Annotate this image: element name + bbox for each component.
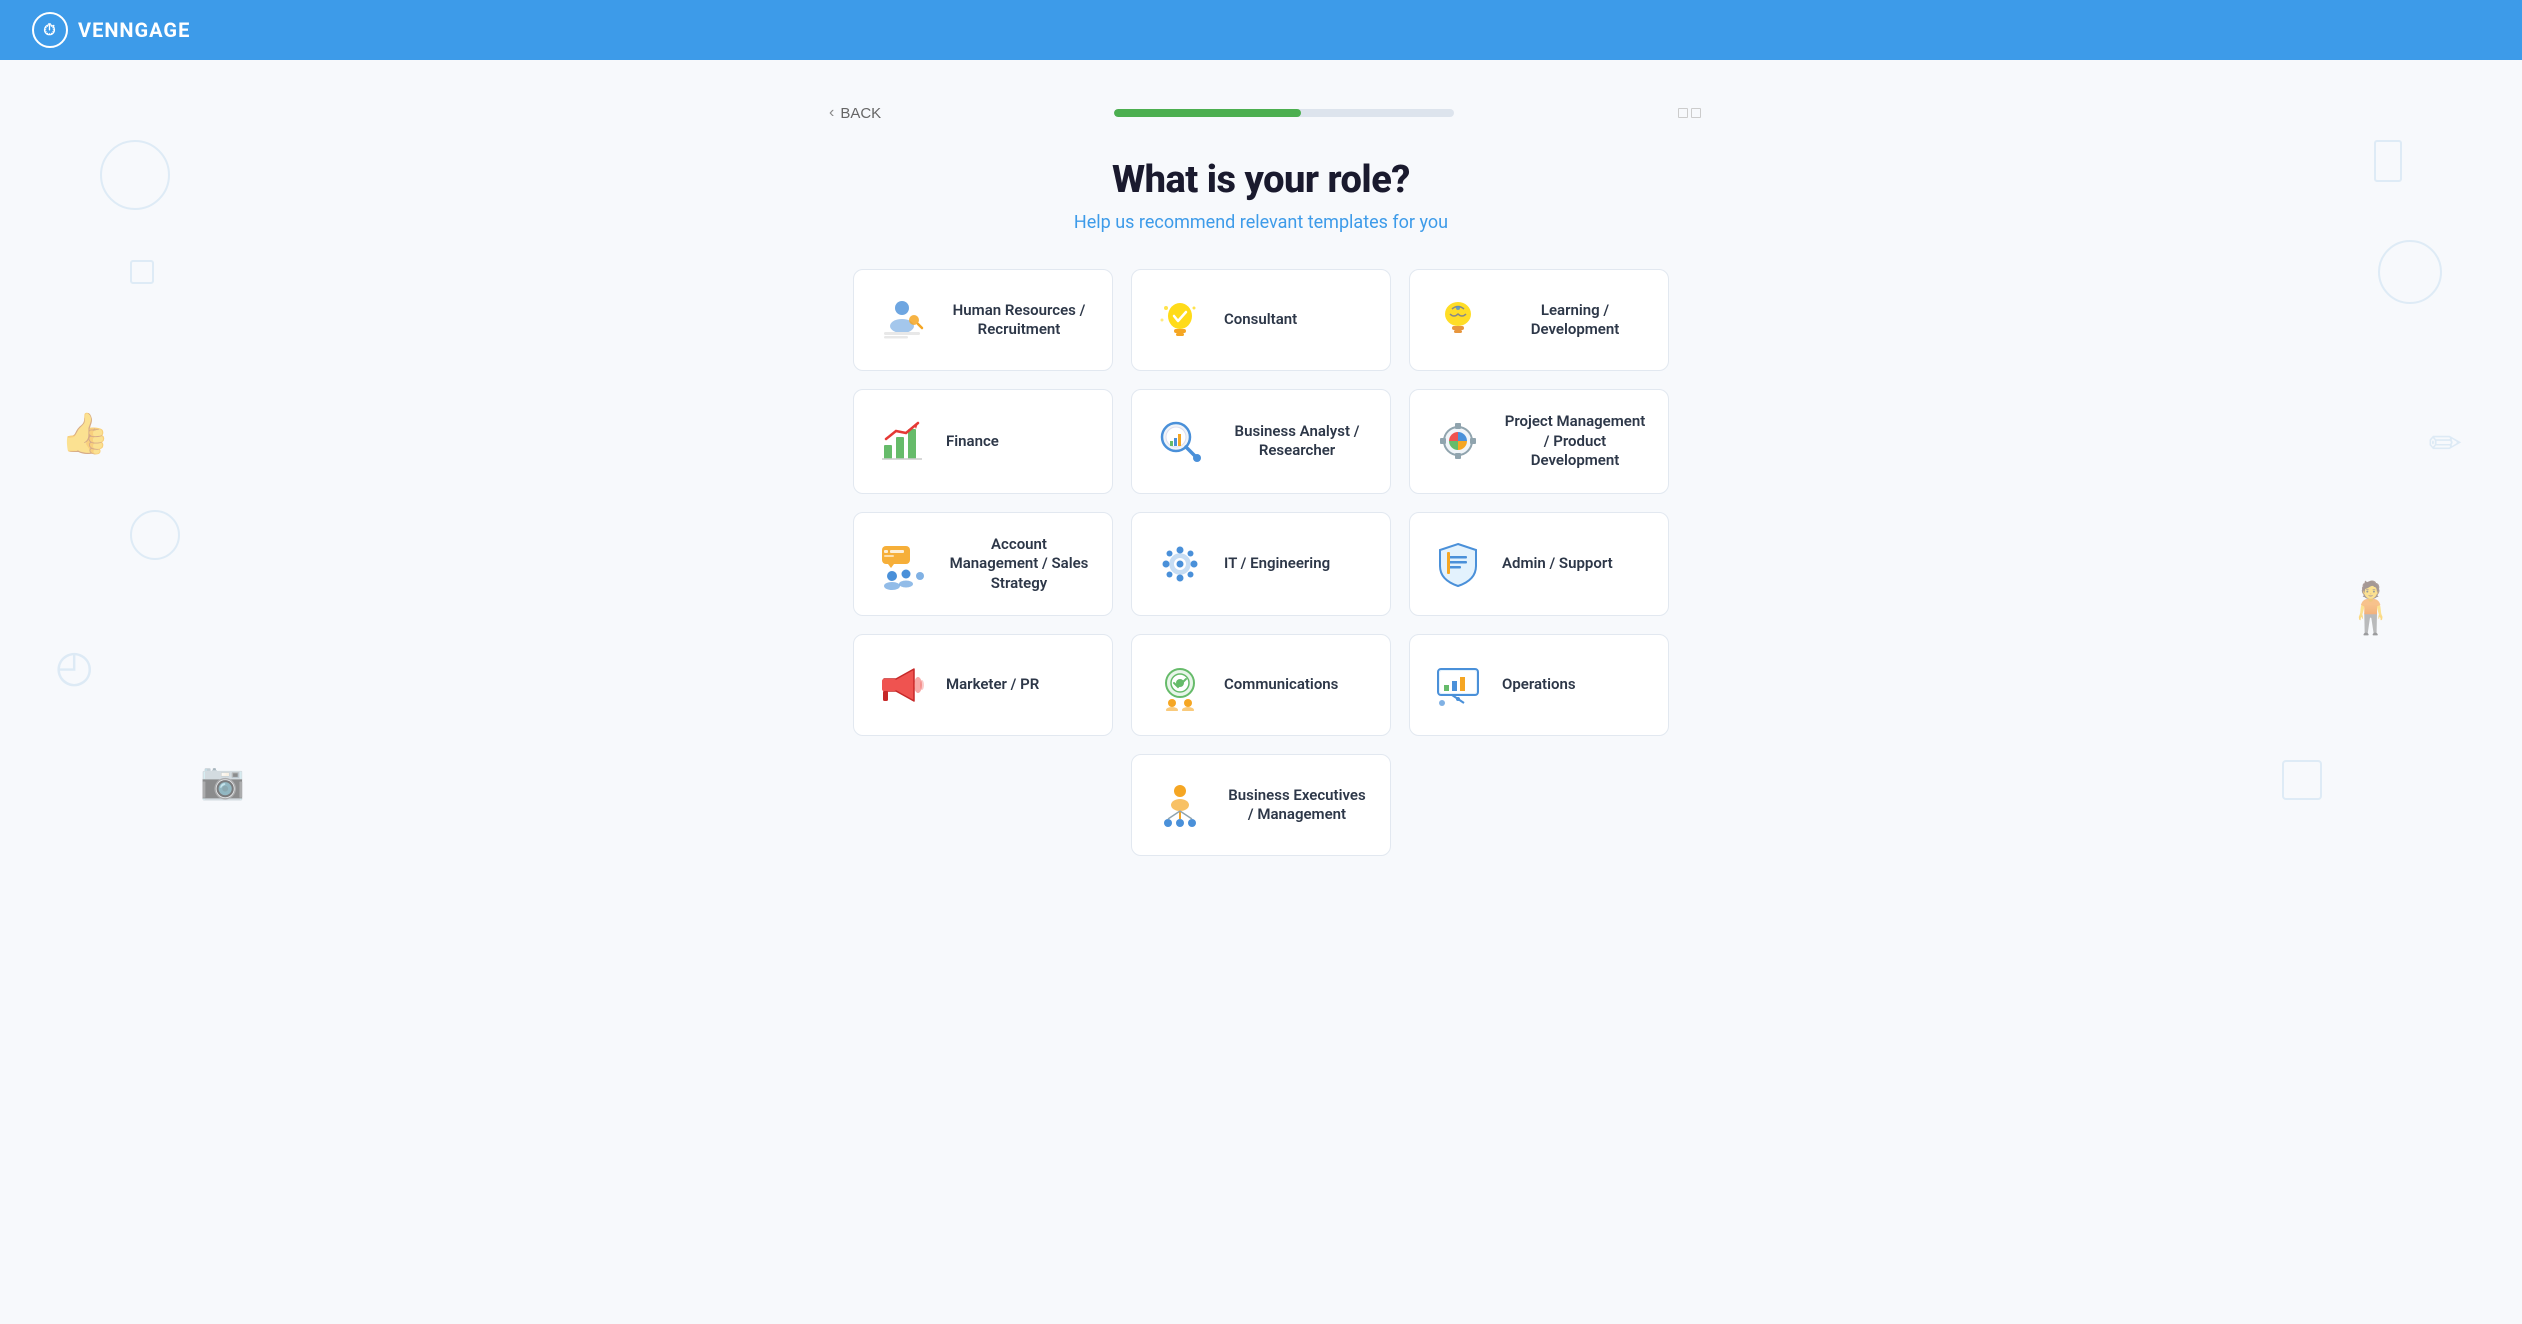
deco-circle-3 bbox=[2378, 240, 2442, 304]
deco-circle-1 bbox=[100, 140, 170, 210]
back-label: BACK bbox=[840, 105, 881, 122]
deco-person: 🧍 bbox=[2340, 580, 2402, 638]
role-card-human-resources[interactable]: Human Resources / Recruitment bbox=[853, 269, 1113, 371]
comms-icon bbox=[1152, 657, 1208, 713]
progress-fill bbox=[1114, 109, 1301, 117]
role-label-it: IT / Engineering bbox=[1224, 554, 1330, 574]
header: ⏱ VENNGAGE bbox=[0, 0, 2522, 60]
role-card-marketer[interactable]: Marketer / PR bbox=[853, 634, 1113, 736]
back-button[interactable]: ‹ BACK bbox=[821, 100, 889, 126]
role-card-consultant[interactable]: Consultant bbox=[1131, 269, 1391, 371]
deco-camera: 📷 bbox=[200, 760, 245, 802]
role-label-admin: Admin / Support bbox=[1502, 554, 1613, 574]
nav-sq-1 bbox=[1678, 108, 1688, 118]
role-label-marketer: Marketer / PR bbox=[946, 675, 1039, 695]
deco-circle-2 bbox=[130, 510, 180, 560]
role-label-human-resources: Human Resources / Recruitment bbox=[946, 301, 1092, 340]
nav-bar: ‹ BACK bbox=[821, 100, 1701, 126]
role-card-analyst[interactable]: Business Analyst / Researcher bbox=[1131, 389, 1391, 494]
hr-icon bbox=[874, 292, 930, 348]
role-card-admin[interactable]: Admin / Support bbox=[1409, 512, 1669, 617]
role-label-learning: Learning / Development bbox=[1502, 301, 1648, 340]
nav-squares bbox=[1678, 108, 1701, 118]
deco-thumb: 👍 bbox=[60, 410, 110, 457]
nav-sq-2 bbox=[1691, 108, 1701, 118]
deco-rect-3 bbox=[2282, 760, 2322, 800]
page-subtitle: Help us recommend relevant templates for… bbox=[1074, 212, 1448, 233]
role-card-operations[interactable]: Operations bbox=[1409, 634, 1669, 736]
role-label-analyst: Business Analyst / Researcher bbox=[1224, 422, 1370, 461]
role-label-finance: Finance bbox=[946, 432, 999, 452]
sales-icon bbox=[874, 536, 930, 592]
title-section: What is your role? Help us recommend rel… bbox=[1074, 158, 1448, 233]
back-arrow-icon: ‹ bbox=[829, 104, 834, 122]
finance-icon bbox=[874, 413, 930, 469]
it-icon bbox=[1152, 536, 1208, 592]
deco-rect-1 bbox=[130, 260, 154, 284]
executives-icon bbox=[1152, 777, 1208, 833]
deco-rect-2 bbox=[2374, 140, 2402, 182]
progress-container bbox=[929, 109, 1638, 117]
deco-pencil: ✏ bbox=[2428, 420, 2462, 467]
role-label-operations: Operations bbox=[1502, 675, 1576, 695]
deco-pie: ◴ bbox=[55, 640, 93, 692]
role-grid: Human Resources / Recruitment Consultant bbox=[853, 269, 1669, 856]
admin-icon bbox=[1430, 536, 1486, 592]
logo: ⏱ VENNGAGE bbox=[32, 12, 190, 48]
role-card-communications[interactable]: Communications bbox=[1131, 634, 1391, 736]
analyst-icon bbox=[1152, 413, 1208, 469]
role-label-sales: Account Management / Sales Strategy bbox=[946, 535, 1092, 594]
role-label-project: Project Management / Product Development bbox=[1502, 412, 1648, 471]
role-card-executives[interactable]: Business Executives / Management bbox=[1131, 754, 1391, 856]
consultant-icon bbox=[1152, 292, 1208, 348]
progress-track bbox=[1114, 109, 1454, 117]
role-card-it[interactable]: IT / Engineering bbox=[1131, 512, 1391, 617]
learning-icon bbox=[1430, 292, 1486, 348]
role-card-project[interactable]: Project Management / Product Development bbox=[1409, 389, 1669, 494]
main-content: 👍 ◴ ✏ 🧍 📷 ‹ BACK What is your role? bbox=[0, 60, 2522, 916]
role-label-communications: Communications bbox=[1224, 675, 1338, 695]
role-label-consultant: Consultant bbox=[1224, 310, 1297, 330]
marketer-icon bbox=[874, 657, 930, 713]
logo-icon: ⏱ bbox=[32, 12, 68, 48]
operations-icon bbox=[1430, 657, 1486, 713]
project-icon bbox=[1430, 413, 1486, 469]
role-label-executives: Business Executives / Management bbox=[1224, 786, 1370, 825]
role-card-learning[interactable]: Learning / Development bbox=[1409, 269, 1669, 371]
nav-spacer bbox=[1678, 108, 1701, 118]
role-card-sales[interactable]: Account Management / Sales Strategy bbox=[853, 512, 1113, 617]
role-card-finance[interactable]: Finance bbox=[853, 389, 1113, 494]
logo-text: VENNGAGE bbox=[78, 18, 190, 42]
page-title: What is your role? bbox=[1074, 158, 1448, 202]
